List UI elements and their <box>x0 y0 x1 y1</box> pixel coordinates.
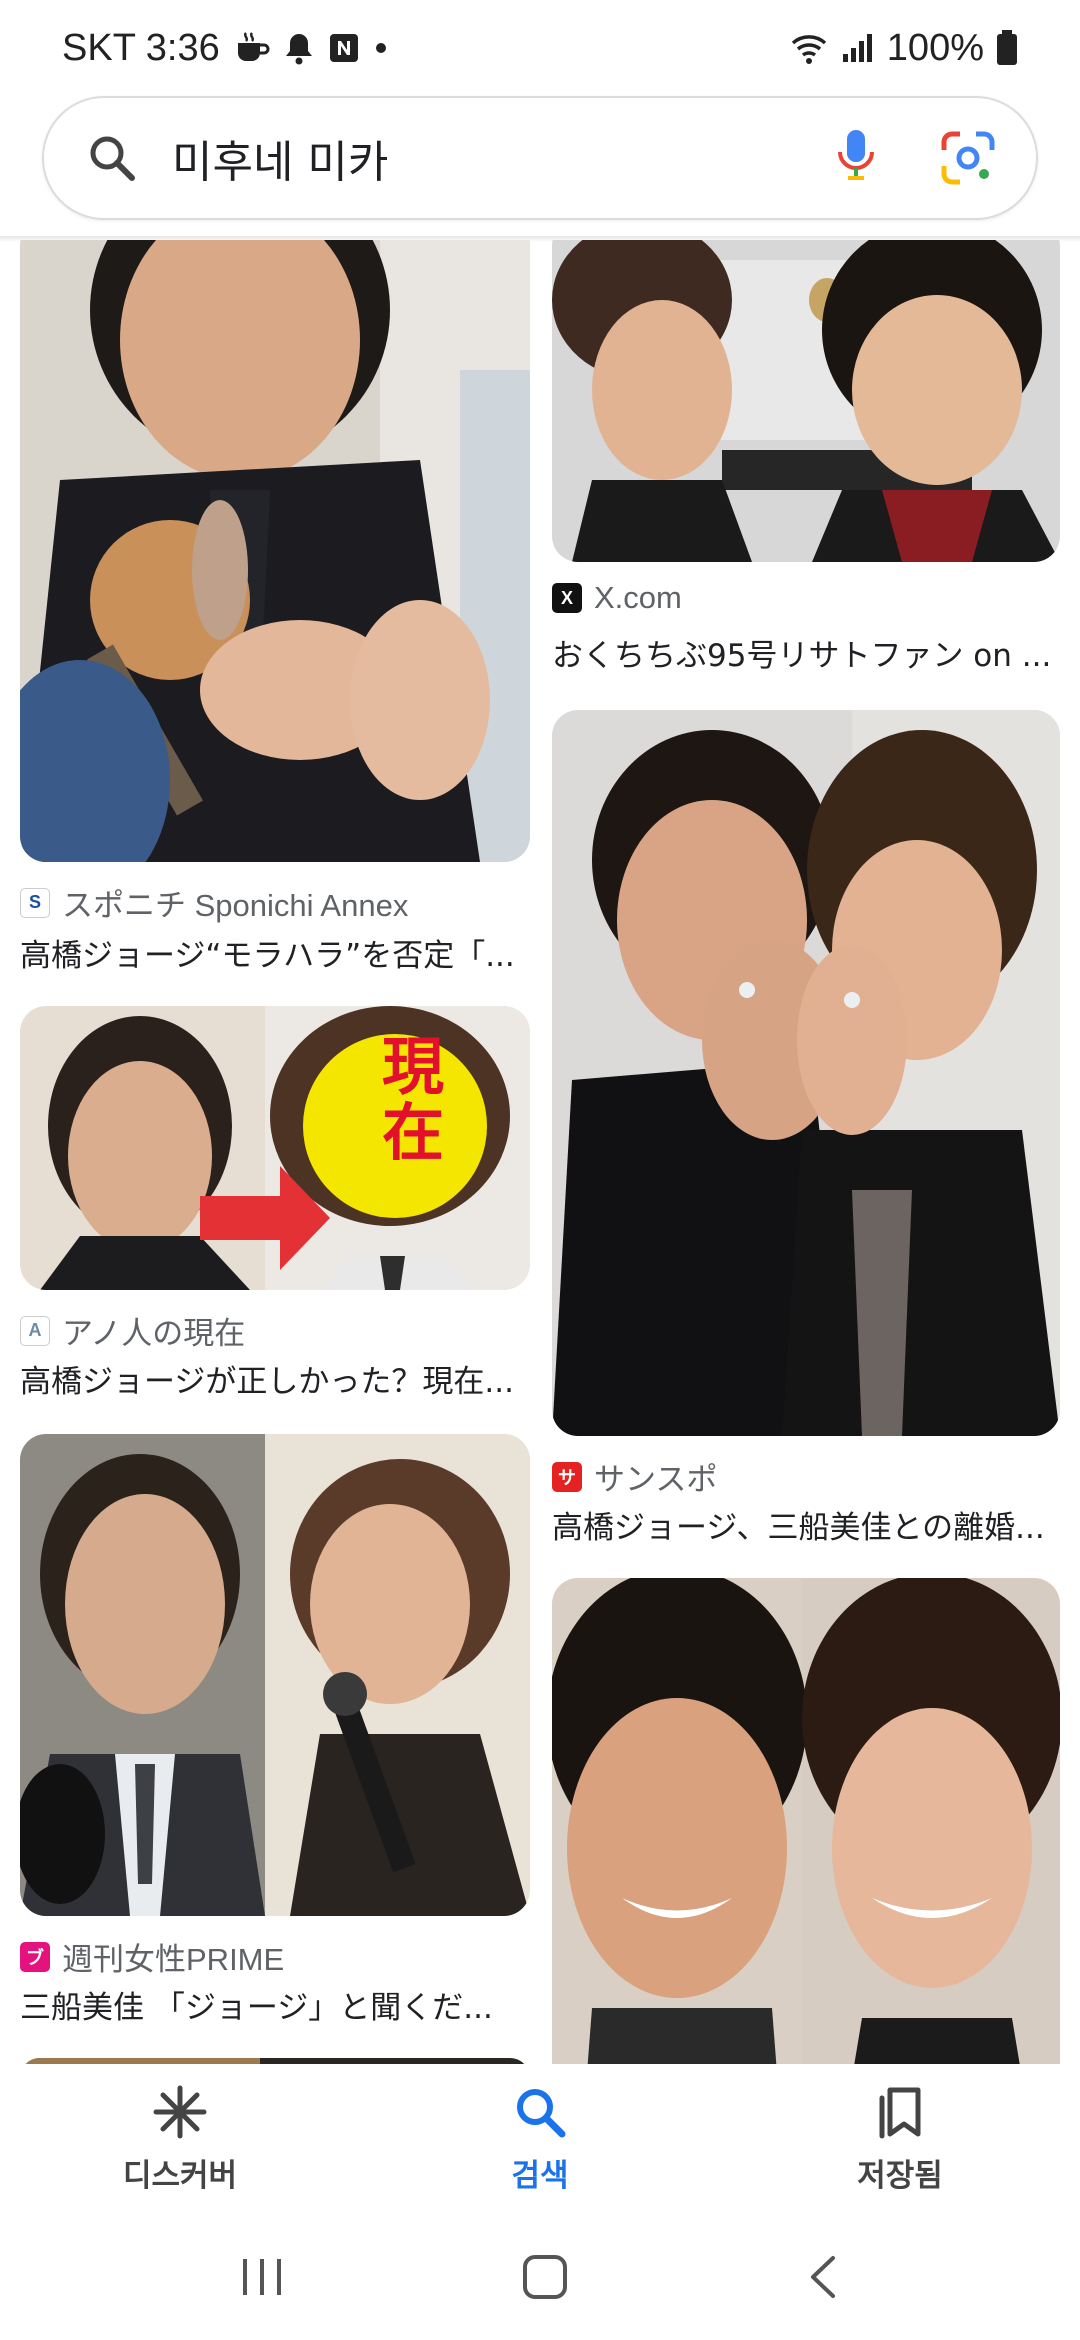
search-icon <box>512 2084 568 2140</box>
voice-search-mic-icon[interactable] <box>836 128 876 188</box>
result-card[interactable]: 現在 A アノ人の現在 高橋ジョージが正しかった？現在... <box>0 1006 540 1426</box>
result-card[interactable] <box>540 1578 1080 2064</box>
carrier-time: SKT 3:36 <box>62 26 220 69</box>
result-source: X.com <box>594 580 682 615</box>
nav-search[interactable]: 검색 <box>410 2084 670 2195</box>
nav-saved[interactable]: 저장됨 <box>770 2084 1030 2195</box>
sanspo-favicon-icon: サ <box>552 1461 582 1492</box>
image-results-grid: S スポニチ Sponichi Annex 高橋ジョージ“モラハラ”を否定「..… <box>0 240 1080 2064</box>
sponichi-favicon-icon: S <box>20 887 50 918</box>
result-source: 週刊女性PRIME <box>62 1942 285 1977</box>
result-card[interactable]: X X.com おくちちぶ95号リサトファン on ... <box>540 240 1080 680</box>
google-lens-icon[interactable] <box>940 130 996 186</box>
result-card[interactable]: ブ 週刊女性PRIME 三船美佳 「ジョージ」と聞くだ... <box>0 1434 540 2034</box>
notification-bell-icon <box>284 31 314 65</box>
result-image[interactable] <box>552 240 1060 562</box>
recent-apps-icon[interactable] <box>237 2255 287 2299</box>
result-title[interactable]: 三船美佳 「ジョージ」と聞くだ... <box>20 1982 525 2027</box>
anohito-favicon-icon: A <box>20 1315 50 1346</box>
search-icon <box>86 132 138 184</box>
result-image[interactable] <box>20 240 530 862</box>
nav-search-label: 검색 <box>511 2157 569 2194</box>
result-source: サンスポ <box>594 1462 718 1497</box>
wifi-icon <box>789 31 829 65</box>
nav-saved-label: 저장됨 <box>857 2157 943 2194</box>
bottom-navigation: 디스커버 검색 저장됨 <box>0 2064 1080 2214</box>
result-image[interactable] <box>552 1578 1060 2064</box>
x-favicon-icon: X <box>552 583 582 613</box>
battery-icon <box>996 30 1018 66</box>
more-notifications-dot-icon <box>374 41 388 55</box>
result-title[interactable]: 高橋ジョージ、三船美佳との離婚... <box>552 1502 1057 1547</box>
result-image[interactable] <box>20 1434 530 1916</box>
status-bar: SKT 3:36 100% <box>0 0 1080 96</box>
result-source: アノ人の現在 <box>62 1316 246 1351</box>
jprime-favicon-icon: ブ <box>20 1941 50 1972</box>
back-icon[interactable] <box>803 2252 843 2302</box>
discover-asterisk-icon <box>152 2084 208 2140</box>
result-card[interactable]: S スポニチ Sponichi Annex 高橋ジョージ“モラハラ”を否定「..… <box>0 240 540 980</box>
nav-discover-label: 디스커버 <box>122 2157 238 2194</box>
search-query[interactable]: 미후네 미카 <box>172 126 836 190</box>
system-navigation-bar <box>0 2214 1080 2340</box>
result-title[interactable]: 高橋ジョージ“モラハラ”を否定「... <box>20 930 525 975</box>
coffee-icon <box>234 31 270 65</box>
battery-percent: 100% <box>886 26 984 69</box>
nav-discover[interactable]: 디스커버 <box>50 2084 310 2195</box>
result-source: スポニチ Sponichi Annex <box>62 888 409 923</box>
signal-icon <box>841 32 875 64</box>
result-card[interactable]: サ サンスポ 高橋ジョージ、三船美佳との離婚... <box>540 710 1080 1546</box>
home-icon[interactable] <box>520 2252 570 2302</box>
result-image[interactable]: 現在 <box>20 1006 530 1290</box>
n-app-icon <box>328 32 360 64</box>
result-title[interactable]: おくちちぶ95号リサトファン on ... <box>552 630 1057 675</box>
search-bar[interactable]: 미후네 미카 <box>42 96 1038 220</box>
overlay-badge-text: 現在 <box>382 1030 445 1169</box>
saved-collections-icon <box>872 2084 928 2140</box>
result-image[interactable] <box>552 710 1060 1436</box>
result-title[interactable]: 高橋ジョージが正しかった？現在... <box>20 1356 525 1401</box>
